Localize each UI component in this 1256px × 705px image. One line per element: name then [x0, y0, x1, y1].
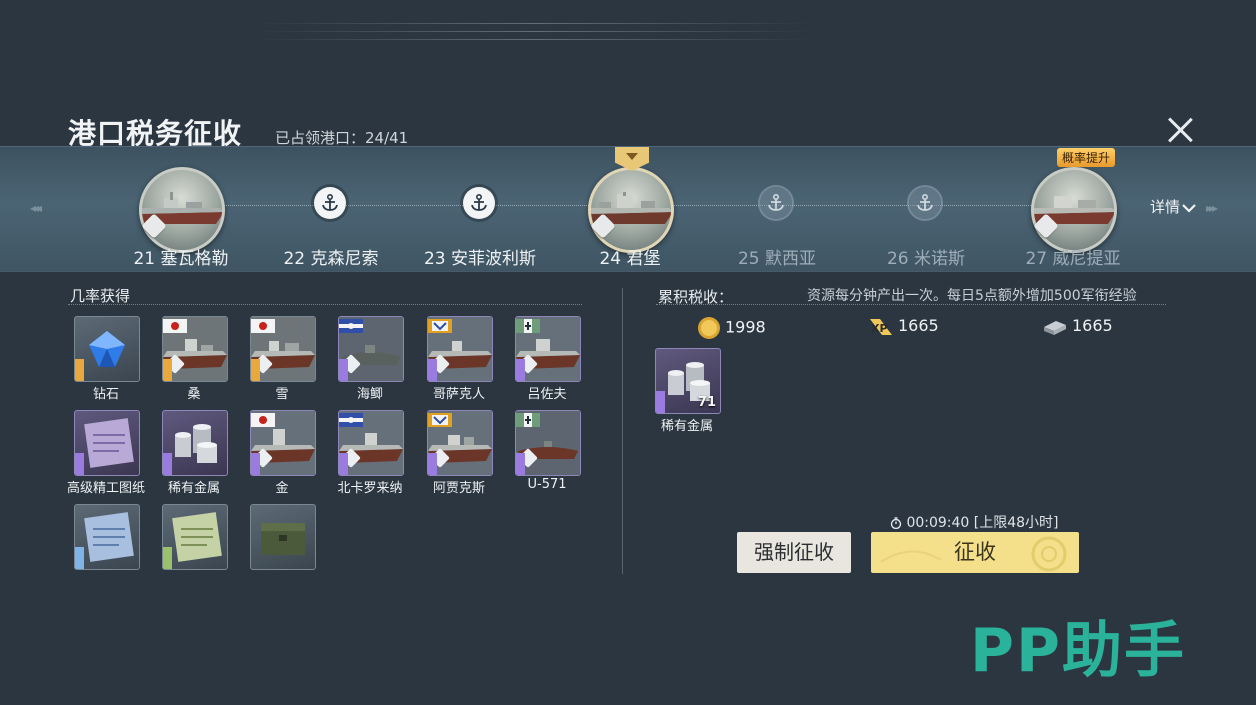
item-label: U-571: [527, 477, 567, 492]
chevron-down-icon: [1182, 203, 1196, 213]
port-21[interactable]: 21 塞瓦格勒: [106, 147, 256, 271]
port-label: 25 默西亚: [737, 249, 817, 269]
force-collect-button[interactable]: 强制征收: [737, 532, 851, 573]
gold-coin-icon: [698, 317, 720, 339]
svg-text:XP: XP: [871, 322, 888, 335]
port-label: 23 安菲波利斯: [423, 249, 537, 269]
rate-boost-badge: 概率提升: [1057, 148, 1116, 167]
drop-item-diamond[interactable]: [74, 316, 140, 382]
gold-value: 1998: [725, 317, 766, 337]
xp-resource: XP 1665: [868, 316, 939, 337]
item-label: 雪: [275, 387, 289, 402]
ship-medal: [588, 167, 674, 253]
drop-item-ship[interactable]: [338, 410, 404, 476]
drop-item-ship[interactable]: [515, 316, 581, 382]
close-button[interactable]: [1166, 116, 1194, 144]
blueprint-icon: [172, 512, 222, 562]
port-26[interactable]: 26 米诺斯: [851, 147, 1001, 271]
drop-item-ship[interactable]: [427, 316, 493, 382]
item-label: 海鲫: [356, 387, 383, 402]
item-label: 北卡罗来纳: [337, 481, 403, 496]
section-divider: [656, 304, 1166, 305]
tax-description: 资源每分钟产出一次。每日5点额外增加500军衔经验: [807, 288, 1137, 304]
item-label: 哥萨克人: [432, 387, 485, 402]
timer-text: 00:09:40 [上限48小时]: [906, 515, 1059, 531]
details-label: 详情: [1150, 198, 1181, 216]
item-label: 阿贾克斯: [432, 481, 485, 496]
japan-flag-icon: [251, 413, 275, 427]
port-label: 27 威尼提亚: [1025, 249, 1121, 269]
drop-item-ship[interactable]: [250, 316, 316, 382]
uk-flag-icon: [428, 413, 452, 427]
germany-flag-icon: [516, 413, 540, 427]
drop-item-submarine[interactable]: [515, 410, 581, 476]
details-button[interactable]: 详情: [1150, 196, 1196, 217]
scroll-left-arrow-icon[interactable]: ◂◂◂: [30, 201, 42, 215]
item-label: 钻石: [92, 387, 119, 402]
us-flag-icon: [339, 319, 363, 333]
anchor-icon: [760, 187, 792, 219]
xp-value: 1665: [898, 316, 939, 335]
item-label: 高级精工图纸: [66, 481, 145, 496]
anchor-icon: [314, 187, 346, 219]
watermark-logo: PP助手: [970, 616, 1186, 686]
diamond-icon: [89, 331, 125, 367]
drops-title: 几率获得: [70, 287, 131, 305]
reward-count: 71: [697, 395, 716, 410]
port-25[interactable]: 25 默西亚: [702, 147, 852, 271]
steel-resource: 1665: [1042, 316, 1113, 337]
blueprint-icon: [84, 418, 134, 468]
item-label: 金: [275, 481, 289, 496]
drop-item-crate[interactable]: [250, 504, 316, 570]
scroll-right-arrow-icon[interactable]: ▸▸▸: [1206, 201, 1218, 215]
section-divider: [68, 304, 582, 305]
drop-item-ship[interactable]: [162, 316, 228, 382]
blueprint-icon: [84, 512, 134, 562]
collect-button[interactable]: 征收: [871, 532, 1079, 573]
port-label: 21 塞瓦格勒: [133, 249, 229, 269]
supply-crate-icon: [261, 523, 305, 555]
panel-divider: [622, 288, 623, 574]
japan-flag-icon: [163, 319, 187, 333]
ship-medal: [139, 167, 225, 253]
port-22[interactable]: 22 克森尼索: [256, 147, 406, 271]
steel-icon: [1044, 320, 1066, 335]
item-label: 桑: [187, 387, 201, 402]
ship-medal: [1031, 167, 1117, 253]
item-label: 稀有金属: [167, 481, 220, 496]
steel-value: 1665: [1072, 316, 1113, 335]
anchor-icon: [463, 187, 495, 219]
item-label: 稀有金属: [660, 419, 713, 434]
tax-reward-rare-metal[interactable]: 71: [655, 348, 721, 414]
uk-flag-icon: [428, 319, 452, 333]
port-23[interactable]: 23 安菲波利斯: [405, 147, 555, 271]
port-label: 26 米诺斯: [886, 249, 966, 269]
collect-label: 征收: [954, 540, 996, 564]
drop-item-ship[interactable]: [338, 316, 404, 382]
port-label: 22 克森尼索: [283, 249, 379, 269]
drop-item-ship[interactable]: [427, 410, 493, 476]
collection-timer: 00:09:40 [上限48小时]: [890, 512, 1059, 532]
port-label: 24 君堡: [599, 249, 661, 269]
stopwatch-icon: [890, 517, 902, 530]
xp-icon: XP: [870, 318, 892, 335]
us-flag-icon: [339, 413, 363, 427]
gold-resource: 1998: [697, 316, 766, 340]
germany-flag-icon: [516, 319, 540, 333]
top-decoration: [255, 16, 815, 50]
occupied-ports-count: 已占领港口：24/41: [275, 129, 409, 147]
item-label: 吕佐夫: [527, 387, 567, 402]
rare-metal-icon: [175, 424, 217, 463]
drop-item-rare-metal[interactable]: [162, 410, 228, 476]
anchor-icon: [909, 187, 941, 219]
drop-item-blueprint[interactable]: [74, 410, 140, 476]
drop-item-ship[interactable]: [250, 410, 316, 476]
drop-item-blueprint[interactable]: [74, 504, 140, 570]
japan-flag-icon: [251, 319, 275, 333]
drop-item-blueprint[interactable]: [162, 504, 228, 570]
port-24-current[interactable]: 24 君堡: [555, 147, 705, 271]
